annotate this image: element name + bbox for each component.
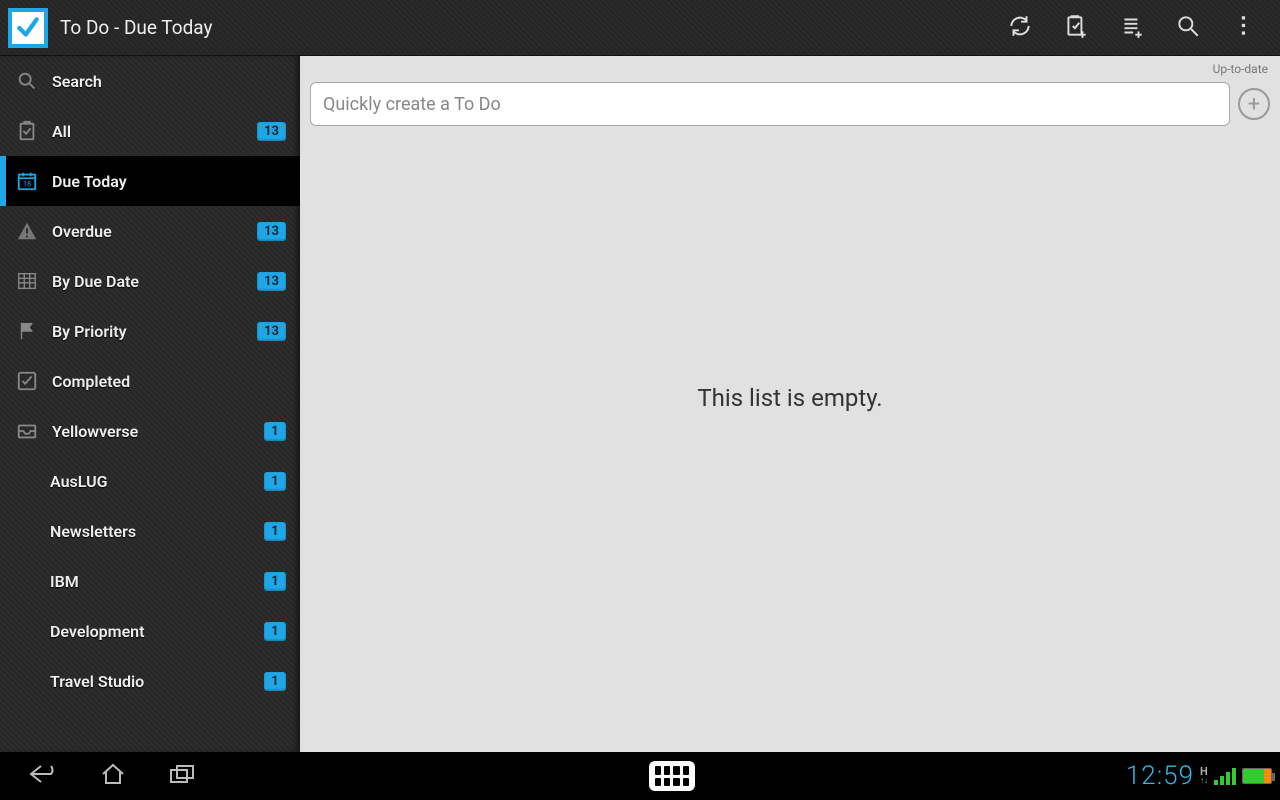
page-title: To Do - Due Today bbox=[60, 16, 992, 39]
clock: 12:59 bbox=[1126, 761, 1194, 791]
sidebar-item-label: Travel Studio bbox=[50, 672, 264, 691]
back-button[interactable] bbox=[8, 752, 78, 800]
more-vert-icon bbox=[1231, 13, 1257, 43]
count-badge: 1 bbox=[264, 522, 286, 541]
grid-icon bbox=[14, 268, 40, 294]
sidebar-item-overdue[interactable]: Overdue13 bbox=[0, 206, 300, 256]
count-badge: 1 bbox=[264, 572, 286, 591]
sidebar-item-travel-studio[interactable]: Travel Studio1 bbox=[0, 656, 300, 706]
sidebar-item-label: Newsletters bbox=[50, 522, 264, 541]
quick-create-add-button[interactable]: + bbox=[1238, 88, 1270, 120]
home-icon bbox=[99, 762, 127, 790]
count-badge: 13 bbox=[257, 222, 286, 241]
sidebar-item-search[interactable]: Search bbox=[0, 56, 300, 106]
svg-text:18: 18 bbox=[23, 180, 31, 189]
back-icon bbox=[27, 762, 59, 790]
flag-icon bbox=[14, 318, 40, 344]
home-button[interactable] bbox=[78, 752, 148, 800]
count-badge: 13 bbox=[257, 272, 286, 291]
sync-status: Up-to-date bbox=[300, 56, 1280, 78]
count-badge: 1 bbox=[264, 422, 286, 441]
status-area[interactable]: 12:59 H↑↓ bbox=[1126, 761, 1272, 791]
check-icon bbox=[14, 368, 40, 394]
inbox-icon bbox=[14, 418, 40, 444]
count-badge: 1 bbox=[264, 672, 286, 691]
warning-icon bbox=[14, 218, 40, 244]
list-plus-icon bbox=[1119, 13, 1145, 43]
sidebar-item-by-priority[interactable]: By Priority13 bbox=[0, 306, 300, 356]
sidebar-item-label: Due Today bbox=[52, 172, 286, 191]
refresh-button[interactable] bbox=[992, 0, 1048, 56]
count-badge: 1 bbox=[264, 472, 286, 491]
sidebar-item-label: Completed bbox=[52, 372, 286, 391]
sidebar-item-label: Development bbox=[50, 622, 264, 641]
plus-icon: + bbox=[1248, 92, 1260, 117]
count-badge: 13 bbox=[257, 122, 286, 141]
sidebar-item-label: Search bbox=[52, 72, 286, 91]
count-badge: 1 bbox=[264, 622, 286, 641]
network-type-indicator: H↑↓ bbox=[1200, 767, 1208, 785]
sidebar-item-label: IBM bbox=[50, 572, 264, 591]
new-task-button[interactable] bbox=[1048, 0, 1104, 56]
search-icon bbox=[1175, 13, 1201, 43]
sidebar-item-label: By Due Date bbox=[52, 272, 257, 291]
sidebar: SearchAll1318Due TodayOverdue13By Due Da… bbox=[0, 56, 300, 752]
sidebar-item-completed[interactable]: Completed bbox=[0, 356, 300, 406]
sidebar-item-label: AusLUG bbox=[50, 472, 264, 491]
new-list-button[interactable] bbox=[1104, 0, 1160, 56]
quick-create-row: + bbox=[300, 78, 1280, 134]
app-icon bbox=[8, 8, 48, 48]
clipboard-icon bbox=[14, 118, 40, 144]
action-bar: To Do - Due Today bbox=[0, 0, 1280, 56]
search-button[interactable] bbox=[1160, 0, 1216, 56]
sidebar-item-yellowverse[interactable]: Yellowverse1 bbox=[0, 406, 300, 456]
sidebar-item-due-today[interactable]: 18 Due Today bbox=[0, 156, 300, 206]
keyboard-switch-button[interactable] bbox=[649, 761, 695, 791]
sidebar-item-auslug[interactable]: AusLUG1 bbox=[0, 456, 300, 506]
calendar-icon: 18 bbox=[14, 168, 40, 194]
sidebar-item-newsletters[interactable]: Newsletters1 bbox=[0, 506, 300, 556]
sidebar-item-label: All bbox=[52, 122, 257, 141]
recents-icon bbox=[167, 762, 199, 790]
sidebar-item-label: Overdue bbox=[52, 222, 257, 241]
sidebar-item-by-due-date[interactable]: By Due Date13 bbox=[0, 256, 300, 306]
system-nav-bar: 12:59 H↑↓ bbox=[0, 752, 1280, 800]
empty-list-message: This list is empty. bbox=[300, 384, 1280, 412]
sidebar-item-all[interactable]: All13 bbox=[0, 106, 300, 156]
sidebar-item-label: By Priority bbox=[52, 322, 257, 341]
quick-create-input[interactable] bbox=[310, 82, 1230, 126]
refresh-icon bbox=[1007, 13, 1033, 43]
overflow-menu-button[interactable] bbox=[1216, 0, 1272, 56]
search-icon bbox=[14, 68, 40, 94]
sidebar-item-ibm[interactable]: IBM1 bbox=[0, 556, 300, 606]
nav-center bbox=[218, 761, 1126, 791]
sidebar-item-development[interactable]: Development1 bbox=[0, 606, 300, 656]
clipboard-plus-icon bbox=[1063, 13, 1089, 43]
body: SearchAll1318Due TodayOverdue13By Due Da… bbox=[0, 56, 1280, 752]
recents-button[interactable] bbox=[148, 752, 218, 800]
count-badge: 13 bbox=[257, 322, 286, 341]
main-panel: Up-to-date + This list is empty. bbox=[300, 56, 1280, 752]
sidebar-item-label: Yellowverse bbox=[52, 422, 264, 441]
signal-icon bbox=[1214, 767, 1236, 785]
battery-icon bbox=[1242, 768, 1272, 784]
